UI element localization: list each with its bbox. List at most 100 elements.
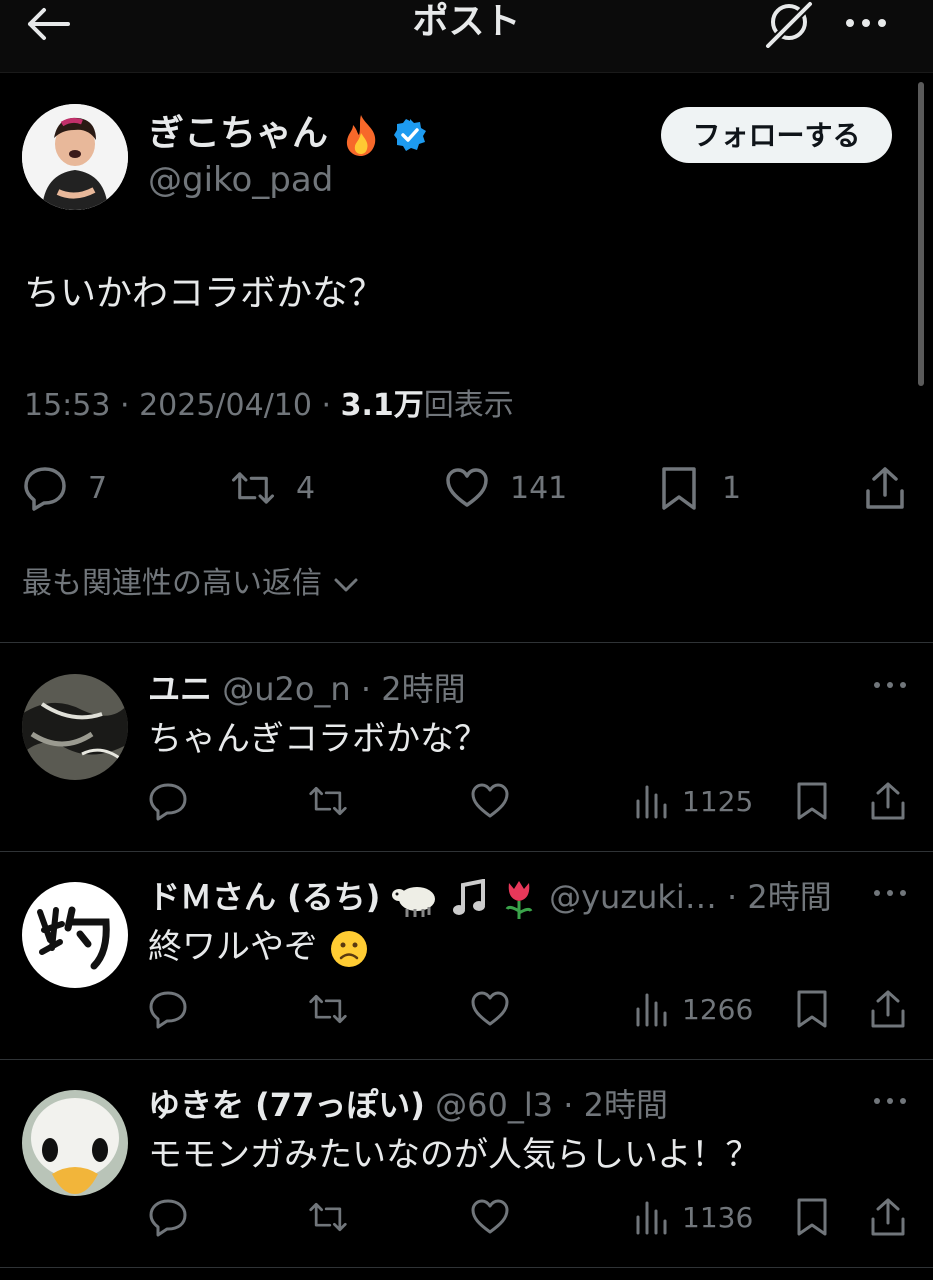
- post-timestamp: 15:53 · 2025/04/10 ·: [24, 388, 341, 423]
- reply-view-count: 1125: [682, 784, 754, 818]
- grok-icon[interactable]: [762, 0, 816, 48]
- heart-icon: [471, 991, 509, 1026]
- reply-item[interactable]: ゆきを (77っぽい) @60_l3 · 2時間 モモンガみたいなのが人気らしい…: [0, 1060, 933, 1268]
- share-icon: [871, 1198, 905, 1236]
- author-handle[interactable]: @giko_pad: [148, 160, 333, 200]
- reply-repost-button[interactable]: [308, 1194, 348, 1240]
- repost-icon: [231, 472, 275, 504]
- bookmark-count: 1: [722, 470, 742, 506]
- like-count: 141: [510, 470, 568, 506]
- view-label: 回表示: [423, 388, 514, 423]
- reply-reply-button[interactable]: [148, 778, 188, 824]
- reply-reply-button[interactable]: [148, 986, 188, 1032]
- reply-views-button[interactable]: 1125: [632, 778, 753, 824]
- reply-item[interactable]: ドＭさん (るち) @yuzuki… · 2時間 終ワルやぞ 1266: [0, 852, 933, 1060]
- scrollbar[interactable]: [918, 82, 924, 386]
- analytics-icon: [636, 785, 667, 819]
- heart-icon: [471, 1199, 509, 1234]
- heart-icon: [471, 783, 509, 818]
- reply-views-button[interactable]: 1266: [632, 986, 753, 1032]
- repost-icon: [309, 994, 347, 1024]
- reply-bookmark-button[interactable]: [792, 1194, 832, 1240]
- reply-count: 7: [88, 470, 108, 506]
- reply-header: ゆきを (77っぽい) @60_l3 · 2時間: [148, 1084, 668, 1126]
- share-icon: [866, 467, 904, 509]
- author-avatar[interactable]: [22, 104, 128, 210]
- view-count[interactable]: 3.1万: [341, 388, 424, 423]
- sort-label: 最も関連性の高い返信: [22, 566, 322, 601]
- reply-like-button[interactable]: [470, 1194, 510, 1240]
- more-options-icon[interactable]: [842, 8, 890, 38]
- reply-bookmark-button[interactable]: [792, 986, 832, 1032]
- analytics-icon: [636, 1201, 667, 1235]
- repost-count: 4: [296, 470, 316, 506]
- reply-header: ユニ @u2o_n · 2時間: [148, 668, 466, 710]
- reply-bookmark-button[interactable]: [792, 778, 832, 824]
- frowning-face-emoji-icon: [330, 930, 367, 967]
- post-actions: 7 4 141 1: [0, 462, 933, 514]
- reply-icon: [149, 783, 187, 821]
- reply-button[interactable]: 7: [22, 462, 107, 514]
- share-icon: [871, 782, 905, 820]
- reply-avatar[interactable]: [22, 1090, 128, 1196]
- top-bar: ポスト: [0, 0, 933, 73]
- reply-text-content: 終ワルやぞ: [148, 927, 318, 967]
- reply-share-button[interactable]: [868, 1194, 908, 1240]
- reply-icon: [24, 467, 66, 511]
- reply-item[interactable]: ユニ @u2o_n · 2時間 ちゃんぎコラボかな？ 1125: [0, 644, 933, 852]
- bookmark-icon: [797, 1198, 827, 1236]
- follow-button[interactable]: フォローする: [661, 107, 892, 163]
- reply-repost-button[interactable]: [308, 986, 348, 1032]
- reply-author-handle[interactable]: @yuzuki… · 2時間: [549, 878, 832, 916]
- more-options-icon[interactable]: [872, 886, 908, 900]
- reply-icon: [149, 1199, 187, 1237]
- share-icon: [871, 990, 905, 1028]
- reply-icon: [149, 991, 187, 1029]
- like-button[interactable]: 141: [444, 462, 567, 514]
- reply-share-button[interactable]: [868, 778, 908, 824]
- more-options-icon[interactable]: [872, 678, 908, 692]
- reply-author-handle[interactable]: @u2o_n · 2時間: [222, 670, 465, 708]
- reply-view-count: 1266: [682, 992, 754, 1026]
- tulip-emoji-icon: [505, 881, 533, 919]
- reply-avatar[interactable]: [22, 674, 128, 780]
- more-options-icon[interactable]: [872, 1094, 908, 1108]
- reply-text: ちゃんぎコラボかな？: [148, 719, 488, 759]
- heart-icon: [446, 468, 488, 507]
- fire-emoji-icon: [346, 115, 375, 156]
- repost-icon: [309, 786, 347, 816]
- sheep-emoji-icon: [391, 887, 435, 917]
- bookmark-icon: [662, 467, 696, 510]
- reply-text: モモンガみたいなのが人気らしいよ！？: [148, 1135, 760, 1175]
- reply-sort-dropdown[interactable]: 最も関連性の高い返信: [22, 564, 360, 604]
- reply-text: 終ワルやぞ: [148, 924, 369, 970]
- reply-avatar[interactable]: [22, 882, 128, 988]
- divider: [0, 1267, 933, 1268]
- repost-button[interactable]: 4: [230, 462, 315, 514]
- reply-author-handle[interactable]: @60_l3 · 2時間: [435, 1086, 668, 1124]
- divider: [0, 642, 933, 643]
- chevron-down-icon: [334, 578, 358, 591]
- reply-share-button[interactable]: [868, 986, 908, 1032]
- analytics-icon: [636, 993, 667, 1027]
- bookmark-button[interactable]: 1: [656, 462, 741, 514]
- post-text: ちいかわコラボかな？: [24, 273, 385, 314]
- music-note-emoji-icon: [452, 879, 485, 915]
- reply-views-button[interactable]: 1136: [632, 1194, 753, 1240]
- reply-header: ドＭさん (るち) @yuzuki… · 2時間: [148, 876, 832, 919]
- bookmark-icon: [797, 990, 827, 1028]
- reply-like-button[interactable]: [470, 778, 510, 824]
- repost-icon: [309, 1202, 347, 1232]
- share-button[interactable]: [862, 462, 908, 514]
- reply-reply-button[interactable]: [148, 1194, 188, 1240]
- reply-author-name[interactable]: ドＭさん (るち): [148, 878, 380, 916]
- author-name[interactable]: ぎこちゃん: [148, 112, 427, 157]
- bookmark-icon: [797, 782, 827, 820]
- reply-like-button[interactable]: [470, 986, 510, 1032]
- reply-author-name[interactable]: ゆきを (77っぽい): [148, 1086, 425, 1124]
- post-meta: 15:53 · 2025/04/10 · 3.1万回表示: [24, 386, 514, 426]
- reply-author-name[interactable]: ユニ: [148, 670, 212, 708]
- reply-repost-button[interactable]: [308, 778, 348, 824]
- reply-view-count: 1136: [682, 1200, 754, 1234]
- verified-badge-icon: [394, 119, 427, 151]
